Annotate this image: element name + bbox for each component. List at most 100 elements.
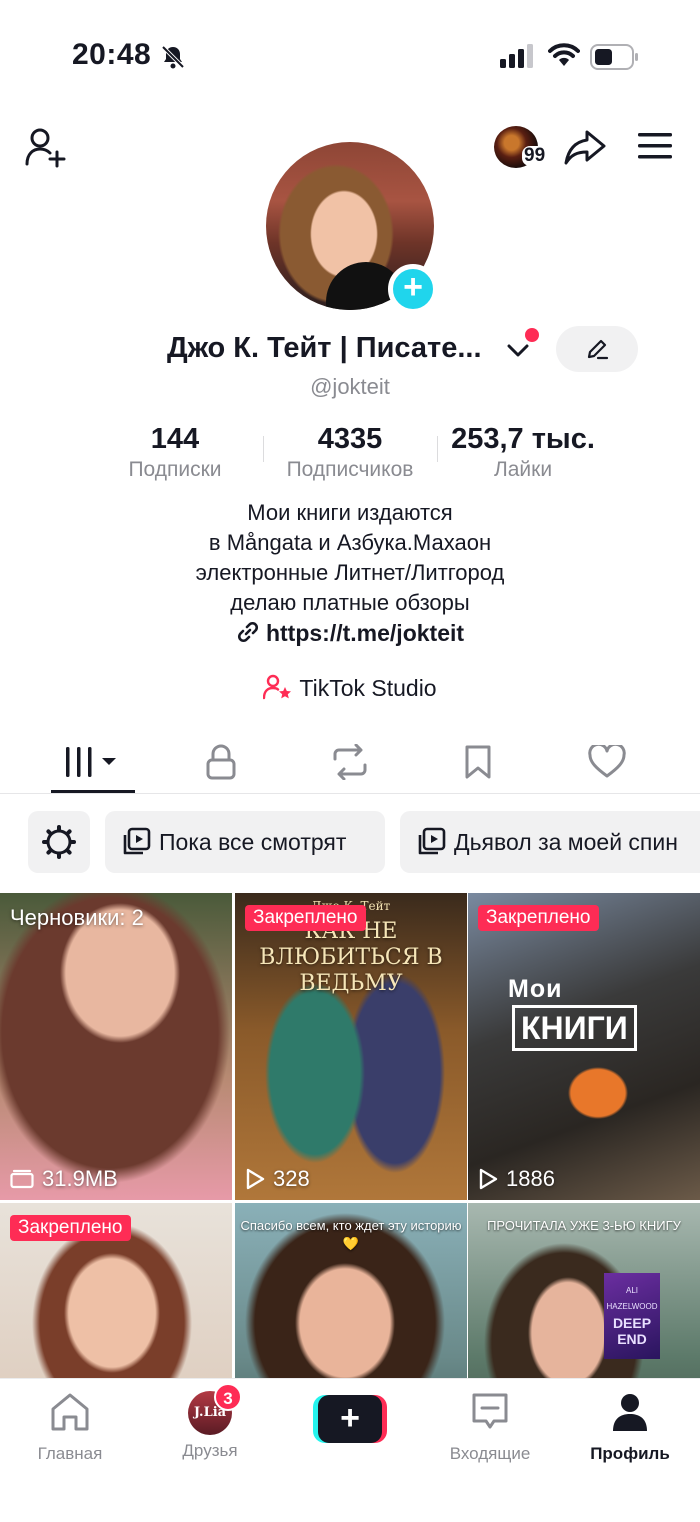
tiktok-studio-link[interactable]: TikTok Studio	[0, 674, 700, 702]
video-thumbnail[interactable]: Спасибо всем, кто ждет эту историю💛	[235, 1203, 467, 1378]
inbox-icon	[472, 1393, 508, 1429]
stat-label: Подписки	[128, 458, 222, 481]
story-count: 99	[522, 145, 548, 166]
file-size: 31.9MB	[42, 1166, 118, 1191]
video-thumbnail[interactable]: ПРОЧИТАЛА УЖЕ 3-ЬЮ КНИГУ ALI HAZELWOOD D…	[468, 1203, 700, 1378]
tab-active-indicator	[51, 790, 135, 793]
bio-line: электронные Литнет/Литгород	[195, 560, 505, 585]
battery-icon	[590, 44, 638, 70]
stat-likes[interactable]: 253,7 тыс. Лайки	[440, 422, 606, 484]
videos-grid-icon	[66, 747, 116, 777]
book-author: ALI HAZELWOOD	[606, 1286, 658, 1311]
heart-icon	[588, 745, 626, 778]
video-meta: 31.9MB	[10, 1166, 118, 1192]
play-icon	[479, 1168, 498, 1190]
nav-label: Главная	[37, 1444, 103, 1463]
video-thumbnail-pinned[interactable]: Закреплено Мои КНИГИ 1886	[468, 893, 700, 1200]
drafts-label: Черновики: 2	[10, 905, 144, 930]
playlist-settings-button[interactable]	[28, 811, 90, 873]
book-cover: ALI HAZELWOOD DEEP END	[604, 1273, 660, 1359]
playlist-icon	[418, 827, 446, 855]
overlay-text-boxed: КНИГИ	[512, 1005, 637, 1051]
view-count: 328	[273, 1166, 310, 1191]
nav-label: Профиль	[590, 1444, 670, 1463]
studio-label: TikTok Studio	[299, 675, 437, 701]
tab-bookmarks[interactable]	[438, 740, 518, 784]
profile-tabs	[0, 730, 700, 794]
stat-followers[interactable]: 4335 Подписчиков	[272, 422, 428, 484]
tab-private[interactable]	[181, 740, 261, 784]
video-thumbnail-pinned[interactable]: Джо К. Тейт КАК НЕ ВЛЮБИТЬСЯ В ВЕДЬМУ За…	[235, 893, 467, 1200]
chevron-down-icon[interactable]	[506, 342, 530, 360]
bio-line: делаю платные обзоры	[230, 590, 470, 615]
storage-icon	[10, 1169, 34, 1189]
stat-value: 144	[150, 423, 200, 455]
playlist-label: Дьявол за моей спин	[454, 828, 678, 855]
edit-profile-button[interactable]	[556, 326, 638, 372]
stat-value: 253,7 тыс.	[451, 423, 595, 455]
nav-label: Входящие	[449, 1444, 531, 1463]
link-icon	[237, 621, 258, 643]
friends-badge: 3	[214, 1383, 242, 1411]
stat-following[interactable]: 144 Подписки	[110, 422, 240, 484]
menu-icon[interactable]	[636, 130, 674, 162]
bio-line: Мои книги издаются	[247, 500, 453, 525]
playlist-chip[interactable]: Дьявол за моей спин	[400, 811, 700, 873]
video-grid: Черновики: 2 31.9MB Джо К. Тейт КАК НЕ В…	[0, 893, 700, 1378]
plus-icon: +	[318, 1395, 382, 1443]
username: @jokteit	[310, 374, 390, 399]
stat-label: Лайки	[493, 458, 553, 481]
pencil-icon	[587, 339, 609, 360]
add-friend-icon[interactable]	[24, 126, 68, 168]
stat-label: Подписчиков	[286, 458, 414, 481]
nav-profile[interactable]: Профиль	[570, 1391, 690, 1464]
playlist-chip[interactable]: Пока все смотрят	[105, 811, 385, 873]
bio-link[interactable]: https://t.me/jokteit	[0, 620, 700, 647]
nav-inbox[interactable]: Входящие	[430, 1391, 550, 1464]
stat-divider	[437, 436, 438, 462]
playlist-icon	[123, 827, 151, 855]
display-name[interactable]: Джо К. Тейт | Писате...	[167, 332, 482, 365]
status-bar: 20:48	[0, 0, 700, 110]
studio-user-star-icon	[263, 674, 292, 700]
wifi-icon	[548, 43, 580, 66]
create-button[interactable]: +	[313, 1395, 387, 1443]
pinned-badge: Закреплено	[478, 905, 599, 931]
stat-value: 4335	[317, 423, 383, 455]
playlist-chips: Пока все смотрят Дьявол за моей спин	[0, 811, 700, 875]
bio: Мои книги издаются в Mångata и Азбука.Ма…	[0, 498, 700, 618]
link-text: https://t.me/jokteit	[265, 620, 465, 646]
profile-icon	[613, 1394, 647, 1431]
pinned-badge: Закреплено	[10, 1215, 131, 1241]
notification-dot	[525, 328, 539, 342]
playlist-label: Пока все смотрят	[159, 828, 347, 855]
share-icon[interactable]	[563, 126, 607, 168]
status-time: 20:48	[72, 38, 152, 71]
tab-videos[interactable]	[53, 740, 133, 784]
video-thumbnail-drafts[interactable]: Черновики: 2 31.9MB	[0, 893, 232, 1200]
bottom-nav: Главная J.Lia 3 Друзья + Входящие Профил…	[0, 1378, 700, 1522]
name-row: Джо К. Тейт | Писате...	[0, 326, 700, 374]
tab-reposts[interactable]	[310, 740, 390, 784]
bell-slash-icon	[161, 45, 185, 69]
video-caption: Спасибо всем, кто ждет эту историю💛	[240, 1218, 462, 1251]
video-thumbnail-pinned[interactable]: Закреплено	[0, 1203, 232, 1378]
overlay-text: Мои	[508, 975, 563, 1003]
signal-icon	[500, 44, 533, 68]
bookmark-icon	[465, 745, 491, 779]
nav-home[interactable]: Главная	[10, 1391, 130, 1464]
gear-icon	[42, 825, 76, 859]
lock-icon	[206, 744, 236, 780]
pinned-badge: Закреплено	[245, 905, 366, 931]
stat-divider	[263, 436, 264, 462]
video-caption: ПРОЧИТАЛА УЖЕ 3-ЬЮ КНИГУ	[487, 1218, 681, 1233]
video-meta: 1886	[478, 1166, 555, 1192]
book-title: DEEP END	[612, 1315, 652, 1347]
repost-icon	[333, 744, 367, 780]
tab-liked[interactable]	[567, 740, 647, 784]
home-icon	[51, 1393, 89, 1431]
nav-friends[interactable]: J.Lia 3 Друзья	[150, 1383, 270, 1461]
bio-line: в Mångata и Азбука.Махаон	[208, 530, 492, 555]
add-story-plus-icon[interactable]: +	[388, 264, 438, 314]
video-meta: 328	[245, 1166, 310, 1192]
